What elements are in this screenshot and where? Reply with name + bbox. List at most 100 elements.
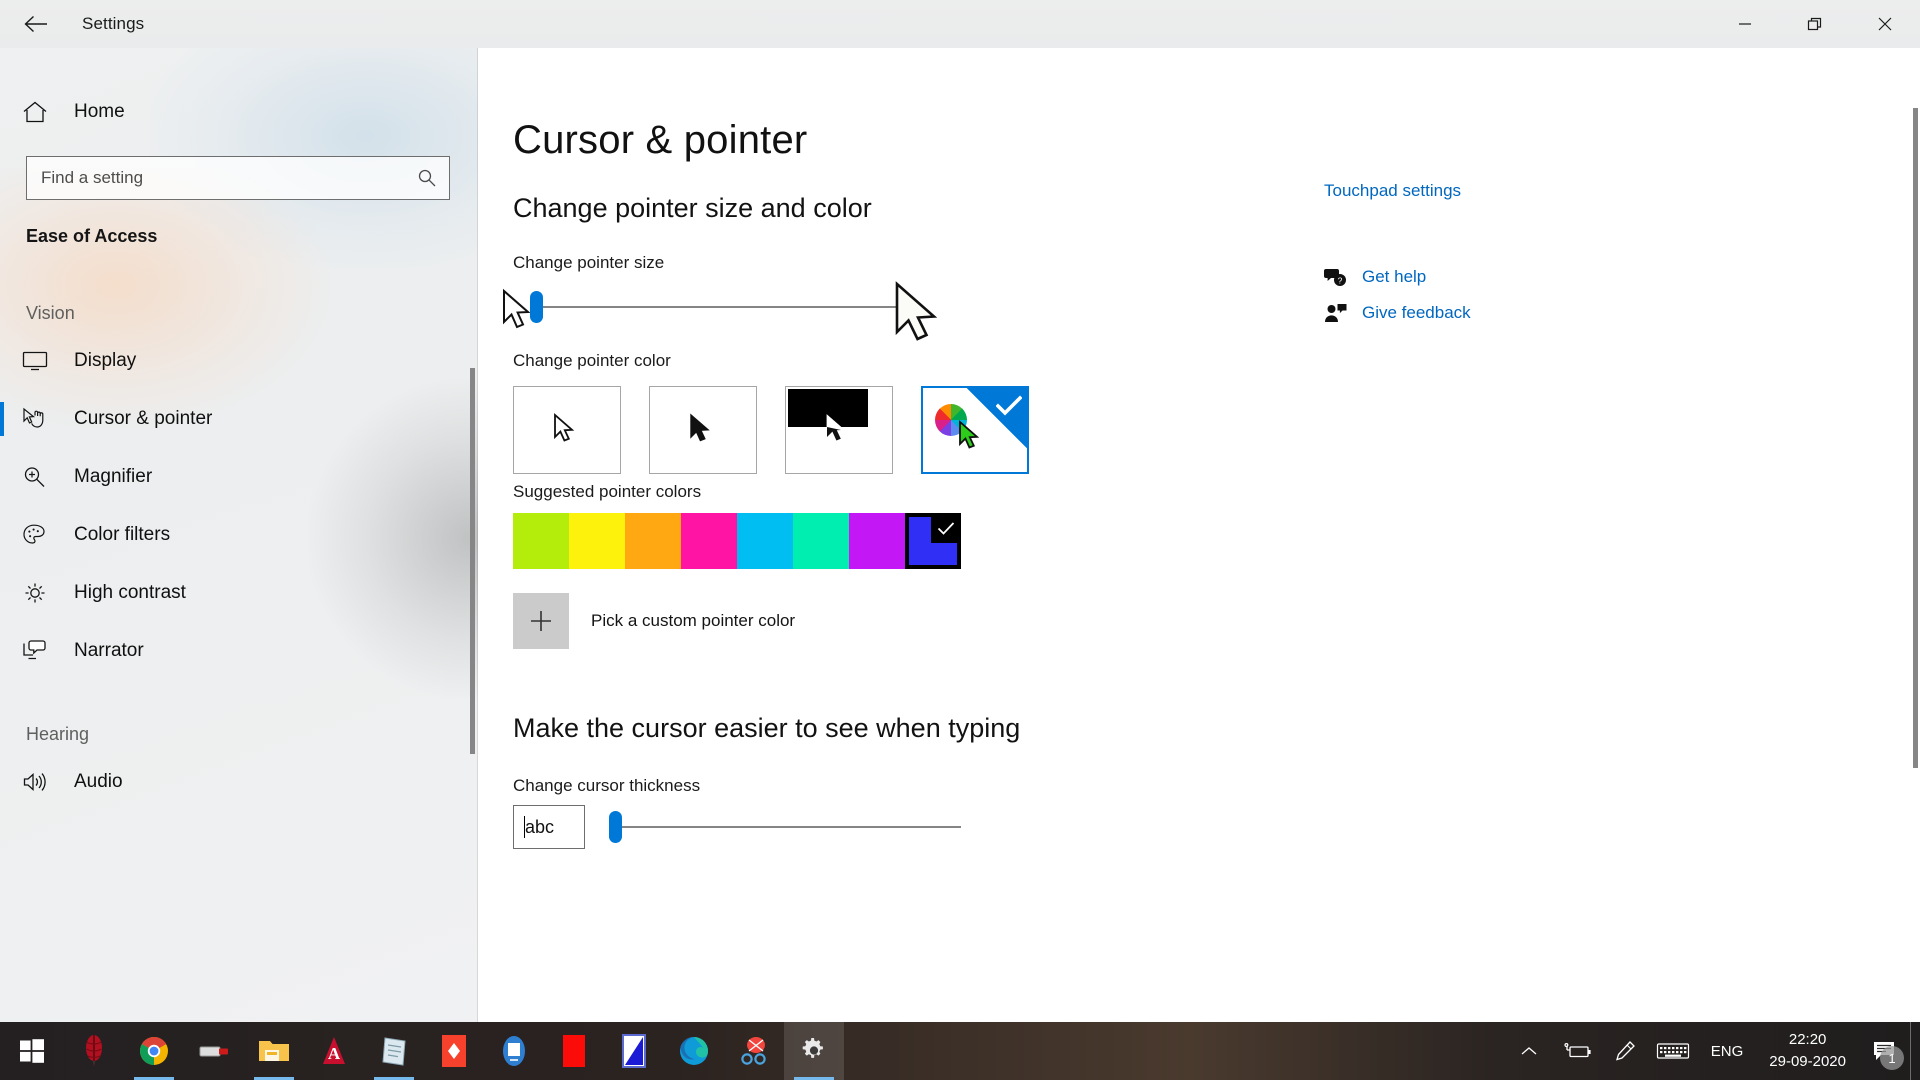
- taskbar-app-snipping-tool[interactable]: [724, 1022, 784, 1080]
- red-diamond-app-icon: [442, 1035, 466, 1067]
- taskbar-app-red-diamond[interactable]: [424, 1022, 484, 1080]
- main-scrollbar-thumb[interactable]: [1913, 108, 1918, 768]
- close-button[interactable]: [1850, 0, 1920, 48]
- page-title: Cursor & pointer: [513, 118, 808, 162]
- suggested-colors-label: Suggested pointer colors: [513, 482, 702, 501]
- get-help-row[interactable]: ? Get help: [1324, 266, 1471, 288]
- taskbar-app-blue-gradient[interactable]: [604, 1022, 664, 1080]
- show-hidden-icons-chevron[interactable]: [1505, 1045, 1553, 1057]
- slider-thumb[interactable]: [530, 291, 543, 323]
- taskbar-app-notepad[interactable]: [364, 1022, 424, 1080]
- battery-charging-icon[interactable]: [1553, 1041, 1601, 1061]
- give-feedback-row[interactable]: Give feedback: [1324, 302, 1471, 324]
- sidebar-item-label: Color filters: [74, 524, 171, 545]
- sidebar-scrollbar-thumb[interactable]: [470, 368, 475, 754]
- give-feedback-label: Give feedback: [1362, 303, 1471, 322]
- sidebar-item-display[interactable]: Display: [0, 332, 478, 390]
- pen-workspace-icon[interactable]: [1601, 1040, 1649, 1062]
- pointer-color-option-black[interactable]: [649, 386, 757, 474]
- sun-icon: [22, 581, 66, 605]
- action-center-icon[interactable]: 1: [1858, 1022, 1910, 1080]
- home-icon: [22, 100, 66, 124]
- suggested-swatch-4[interactable]: [681, 513, 737, 569]
- taskbar-app-chrome[interactable]: [124, 1022, 184, 1080]
- pointer-color-options: [513, 386, 1029, 474]
- narrator-icon: [22, 639, 66, 663]
- sidebar-item-narrator[interactable]: Narrator: [0, 622, 478, 680]
- selected-corner-badge: [966, 388, 1027, 449]
- show-desktop-button[interactable]: [1910, 1022, 1916, 1080]
- sidebar-item-label: Cursor & pointer: [74, 408, 213, 429]
- screen: Settings Home Find a setting Ease of Acc…: [0, 0, 1920, 1080]
- suggested-swatch-7[interactable]: [849, 513, 905, 569]
- windows-start-icon[interactable]: [0, 1022, 64, 1080]
- system-tray: ENG 22:20 29-09-2020 1: [1505, 1022, 1920, 1080]
- sidebar-item-color-filters[interactable]: Color filters: [0, 506, 478, 564]
- title-bar: Settings: [0, 0, 1920, 48]
- magnifier-icon: [22, 465, 66, 489]
- group-header-hearing: Hearing: [26, 724, 90, 744]
- feather-app-icon: [86, 1035, 102, 1067]
- category-title: Ease of Access: [26, 226, 158, 246]
- speaker-icon: [22, 770, 66, 794]
- sidebar-item-cursor-and-pointer[interactable]: Cursor & pointer: [0, 390, 478, 448]
- taskbar-app-blue-monitor[interactable]: [484, 1022, 544, 1080]
- pointer-size-slider[interactable]: [530, 291, 918, 323]
- section-heading-cursor-typing: Make the cursor easier to see when typin…: [513, 713, 1021, 743]
- taskbar-app-acrobat[interactable]: A: [304, 1022, 364, 1080]
- slider-thumb[interactable]: [609, 811, 622, 843]
- suggested-swatch-8-selected[interactable]: [905, 513, 961, 569]
- language-indicator[interactable]: ENG: [1697, 1043, 1758, 1060]
- swatch-check-badge: [931, 513, 961, 543]
- back-button[interactable]: [12, 4, 60, 44]
- pointer-size-label: Change pointer size: [513, 253, 665, 272]
- sidebar-item-home[interactable]: Home: [0, 90, 478, 134]
- svg-text:A: A: [328, 1044, 341, 1063]
- suggested-swatch-2[interactable]: [569, 513, 625, 569]
- suggested-swatch-5[interactable]: [737, 513, 793, 569]
- search-icon[interactable]: [405, 168, 449, 188]
- sidebar: Home Ease of Access Vision: [0, 48, 478, 1022]
- touchpad-settings-link[interactable]: Touchpad settings: [1324, 181, 1461, 200]
- taskbar-app-file-explorer[interactable]: [244, 1022, 304, 1080]
- pointer-color-option-inverted[interactable]: [785, 386, 893, 474]
- feedback-person-icon: [1324, 302, 1362, 324]
- notepad-icon: [382, 1037, 406, 1066]
- taskbar-app-usb[interactable]: [184, 1022, 244, 1080]
- custom-color-row[interactable]: Pick a custom pointer color: [513, 593, 795, 649]
- settings-window: Settings Home Find a setting Ease of Acc…: [0, 0, 1920, 1022]
- sidebar-item-magnifier[interactable]: Magnifier: [0, 448, 478, 506]
- suggested-swatch-3[interactable]: [625, 513, 681, 569]
- suggested-swatch-6[interactable]: [793, 513, 849, 569]
- pointer-color-option-white[interactable]: [513, 386, 621, 474]
- usb-drive-icon: [199, 1046, 228, 1057]
- group-header-vision: Vision: [26, 303, 75, 323]
- minimize-button[interactable]: [1710, 0, 1780, 48]
- svg-text:?: ?: [1338, 276, 1343, 286]
- taskbar-app-settings[interactable]: [784, 1022, 844, 1080]
- slider-track: [609, 826, 961, 828]
- suggested-swatch-1[interactable]: [513, 513, 569, 569]
- search-input[interactable]: [27, 168, 405, 188]
- search-box[interactable]: [26, 156, 450, 200]
- clock[interactable]: 22:20 29-09-2020: [1757, 1029, 1858, 1073]
- plus-icon[interactable]: [513, 593, 569, 649]
- pointer-color-option-custom[interactable]: [921, 386, 1029, 474]
- window-title: Settings: [82, 14, 145, 33]
- touch-keyboard-icon[interactable]: [1649, 1040, 1697, 1062]
- notification-badge: 1: [1880, 1046, 1904, 1070]
- monitor-icon: [22, 350, 66, 372]
- taskbar-app-feather[interactable]: [64, 1022, 124, 1080]
- palette-icon: [22, 523, 66, 547]
- cursor-thickness-slider[interactable]: [609, 811, 961, 843]
- taskbar-app-edge[interactable]: [664, 1022, 724, 1080]
- blue-gradient-app-icon: [622, 1034, 646, 1068]
- cursor-preview-text: abc: [525, 816, 555, 837]
- sidebar-item-audio[interactable]: Audio: [0, 753, 478, 811]
- sidebar-item-high-contrast[interactable]: High contrast: [0, 564, 478, 622]
- restore-button[interactable]: [1780, 0, 1850, 48]
- taskbar: A ENG 22:20 29-09-2020 1: [0, 1022, 1920, 1080]
- taskbar-app-red-block[interactable]: [544, 1022, 604, 1080]
- right-rail: Touchpad settings: [1324, 181, 1461, 201]
- right-rail-links: ? Get help Give feedback: [1324, 266, 1471, 338]
